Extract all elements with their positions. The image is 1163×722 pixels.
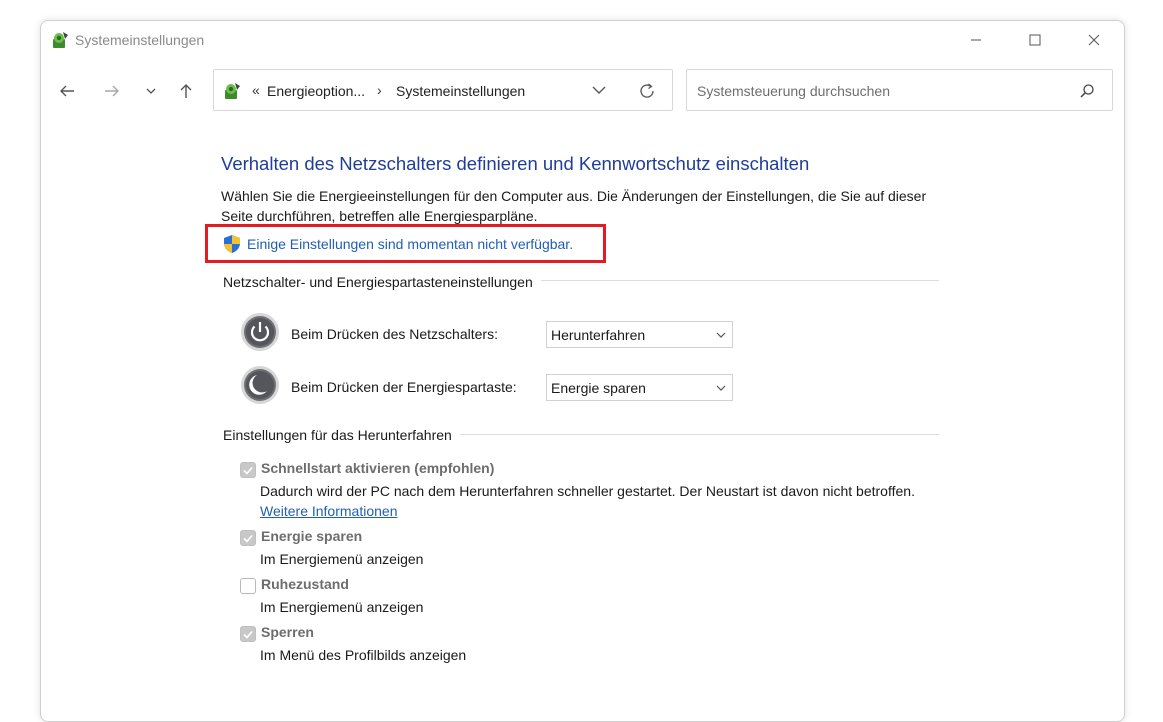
sleep-menu-checkbox[interactable] xyxy=(240,530,256,546)
sleep-menu-title: Energie sparen xyxy=(261,528,363,544)
sleep-button-action-value: Energie sparen xyxy=(551,380,646,396)
fast-startup-description: Dadurch wird der PC nach dem Herunterfah… xyxy=(260,481,940,521)
uac-shield-icon xyxy=(224,235,240,253)
fast-startup-checkbox[interactable] xyxy=(240,462,256,478)
change-unavailable-settings-link[interactable]: Einige Einstellungen sind momentan nicht… xyxy=(247,236,573,252)
hibernate-menu-title: Ruhezustand xyxy=(261,576,349,592)
sleep-button-icon xyxy=(241,366,279,404)
power-button-label: Beim Drücken des Netzschalters: xyxy=(291,326,498,342)
page-title: Verhalten des Netzschalters definieren u… xyxy=(221,153,810,174)
sleep-button-action-select[interactable]: Energie sparen xyxy=(546,374,733,401)
lock-menu-title: Sperren xyxy=(261,624,314,640)
more-info-link[interactable]: Weitere Informationen xyxy=(260,503,397,519)
shutdown-group-title: Einstellungen für das Herunterfahren xyxy=(223,427,460,443)
page-description: Wählen Sie die Energieeinstellungen für … xyxy=(221,188,927,224)
power-button-icon xyxy=(241,313,279,351)
fast-startup-title: Schnellstart aktivieren (empfohlen) xyxy=(261,460,495,476)
chevron-down-icon xyxy=(716,332,726,338)
lock-menu-checkbox[interactable] xyxy=(240,626,256,642)
power-button-action-value: Herunterfahren xyxy=(551,327,646,343)
control-panel-window: Systemeinstellungen « Energieoption... ›… xyxy=(40,20,1125,722)
sleep-button-label: Beim Drücken der Energiespartaste: xyxy=(291,379,517,395)
checkmark-icon xyxy=(243,466,253,475)
chevron-down-icon xyxy=(716,385,726,391)
hibernate-menu-description: Im Energiemenü anzeigen xyxy=(260,599,424,615)
main-content: Verhalten des Netzschalters definieren u… xyxy=(41,21,1124,721)
fast-startup-description-text: Dadurch wird der PC nach dem Herunterfah… xyxy=(260,483,915,499)
power-button-action-select[interactable]: Herunterfahren xyxy=(546,321,733,348)
checkmark-icon xyxy=(243,534,253,543)
lock-menu-description: Im Menü des Profilbilds anzeigen xyxy=(260,647,467,663)
checkmark-icon xyxy=(243,630,253,639)
sleep-menu-description: Im Energiemenü anzeigen xyxy=(260,551,424,567)
power-buttons-group-title: Netzschalter- und Energiespartasteneinst… xyxy=(223,274,541,290)
hibernate-menu-checkbox[interactable] xyxy=(240,578,256,594)
